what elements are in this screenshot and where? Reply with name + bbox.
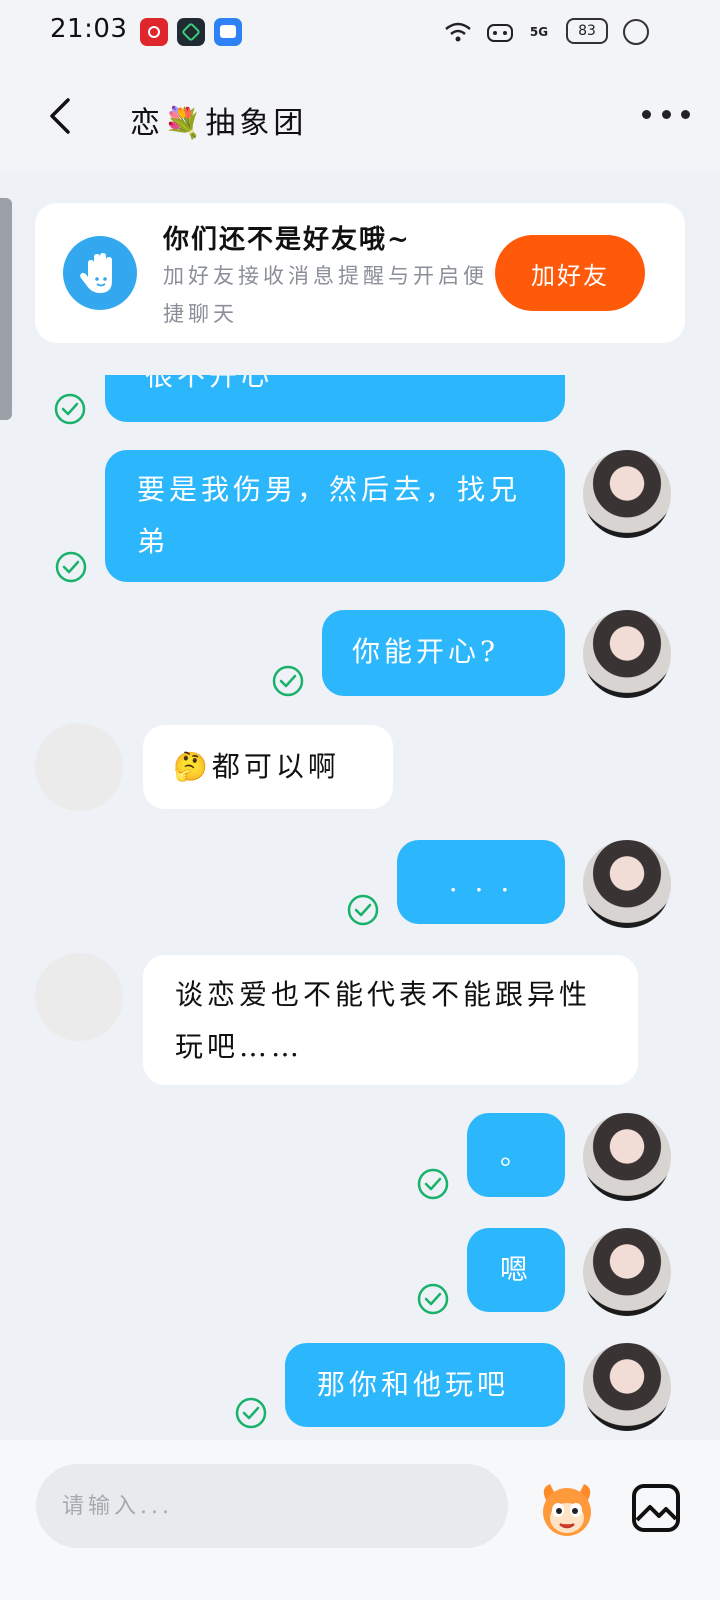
add-friend-banner: 你们还不是好友哦~ 加好友接收消息提醒与开启便捷聊天 加好友 xyxy=(35,203,685,343)
read-check-icon xyxy=(417,1168,449,1200)
message-text: 要是我伤男，然后去，找兄弟 xyxy=(137,473,522,558)
my-avatar[interactable] xyxy=(583,1228,671,1316)
message-text: . . . xyxy=(448,865,514,898)
read-check-icon xyxy=(55,551,87,583)
status-bar: 21:03 5G 83 xyxy=(0,0,720,64)
my-avatar[interactable] xyxy=(583,1343,671,1431)
battery-icon: 83 xyxy=(566,18,608,44)
app-notification-icon xyxy=(214,18,242,46)
back-button[interactable] xyxy=(40,94,84,138)
message-bubble-outgoing[interactable]: 很不开心 xyxy=(105,375,565,422)
message-bubble-incoming[interactable]: 谈恋爱也不能代表不能跟异性玩吧…… xyxy=(143,955,638,1085)
hand-wave-icon xyxy=(63,236,137,310)
status-time: 21:03 xyxy=(50,14,128,44)
message-text: 谈恋爱也不能代表不能跟异性玩吧…… xyxy=(175,978,592,1063)
my-avatar[interactable] xyxy=(583,450,671,538)
hd-call-icon xyxy=(482,16,518,48)
my-avatar[interactable] xyxy=(583,840,671,928)
more-options-button[interactable] xyxy=(642,102,690,126)
read-check-icon xyxy=(272,665,304,697)
chevron-left-icon xyxy=(50,98,70,134)
message-bubble-incoming[interactable]: 🤔都可以啊 xyxy=(143,725,393,809)
message-text: 🤔都可以啊 xyxy=(173,750,340,783)
message-bubble-outgoing[interactable]: 那你和他玩吧 xyxy=(285,1343,565,1427)
message-text: 很不开心 xyxy=(145,375,274,392)
signal-5g-icon: 5G xyxy=(529,25,549,39)
banner-title: 你们还不是好友哦~ xyxy=(163,225,411,255)
wifi-icon xyxy=(440,16,476,48)
input-bar xyxy=(0,1440,720,1600)
message-bubble-outgoing[interactable]: 要是我伤男，然后去，找兄弟 xyxy=(105,450,565,582)
read-check-icon xyxy=(235,1397,267,1429)
message-list[interactable]: 很不开心 要是我伤男，然后去，找兄弟 你能开心? 🤔都可以啊 . . . 谈恋爱… xyxy=(0,375,720,1440)
message-bubble-outgoing[interactable]: 你能开心? xyxy=(322,610,565,696)
contact-avatar[interactable] xyxy=(35,953,123,1041)
chat-title: 恋💐抽象团 xyxy=(130,106,308,141)
my-avatar[interactable] xyxy=(583,1113,671,1201)
banner-subtitle: 加好友接收消息提醒与开启便捷聊天 xyxy=(163,264,488,326)
image-icon xyxy=(632,1484,680,1532)
read-check-icon xyxy=(417,1283,449,1315)
message-text: 嗯 xyxy=(499,1253,532,1286)
message-text: 你能开心? xyxy=(352,635,500,668)
message-text: 那你和他玩吧 xyxy=(317,1368,510,1401)
read-check-icon xyxy=(54,393,86,425)
image-picker-button[interactable] xyxy=(628,1480,684,1536)
message-bubble-outgoing[interactable]: 。 xyxy=(467,1113,565,1197)
more-dot-icon xyxy=(661,109,671,119)
message-bubble-outgoing[interactable]: . . . xyxy=(397,840,565,924)
status-circle-icon xyxy=(620,16,652,48)
message-bubble-outgoing[interactable]: 嗯 xyxy=(467,1228,565,1312)
my-avatar[interactable] xyxy=(583,610,671,698)
read-check-icon xyxy=(347,894,379,926)
more-dot-icon xyxy=(642,109,651,119)
add-friend-button[interactable]: 加好友 xyxy=(495,235,645,311)
contact-avatar[interactable] xyxy=(35,723,123,811)
app-notification-icon xyxy=(140,18,168,46)
sticker-mascot-icon xyxy=(543,1484,591,1536)
more-dot-icon xyxy=(681,109,690,119)
message-text: 。 xyxy=(499,1138,532,1171)
chat-header: 恋💐抽象团 xyxy=(0,64,720,172)
message-input[interactable] xyxy=(36,1464,508,1548)
app-notification-icon xyxy=(177,18,205,46)
emoji-button[interactable] xyxy=(536,1480,598,1540)
